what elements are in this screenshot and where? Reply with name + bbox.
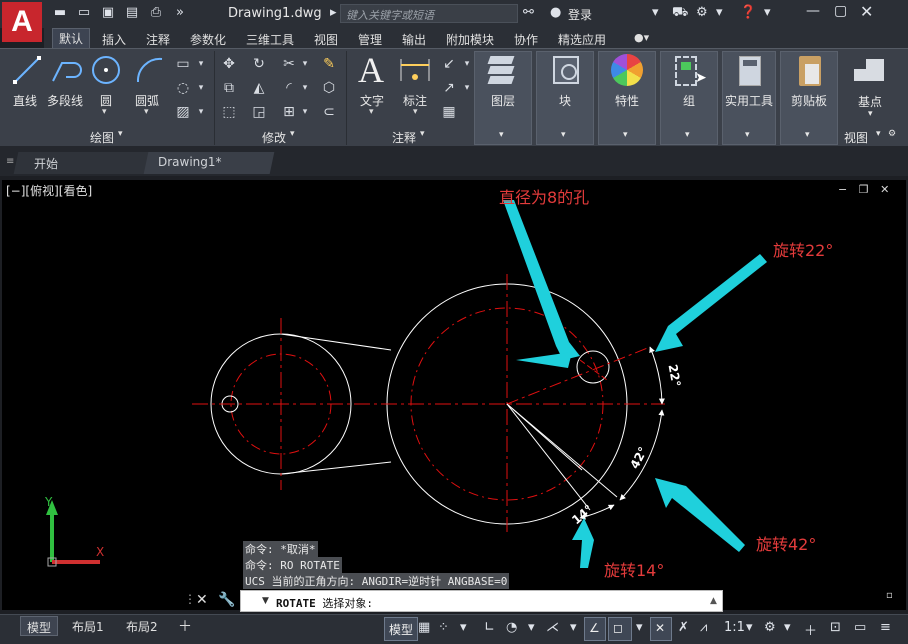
command-history-line: 命令: *取消*: [243, 541, 318, 557]
dimension-arc-22: [649, 346, 665, 405]
command-customize-icon[interactable]: 🔧: [218, 592, 235, 608]
recent-commands-icon[interactable]: ▼: [262, 596, 269, 606]
viewport-window-controls: − ❐ ✕: [838, 183, 889, 196]
arrow-to-42: [655, 478, 745, 552]
rotation-line-14: [506, 403, 591, 511]
ucs-x-label: X: [96, 545, 104, 559]
dimension-text-42: 42°: [627, 445, 650, 472]
arrow-to-22: [655, 254, 767, 352]
annotation-hole-diameter: 直径为8的孔: [499, 188, 590, 207]
autocad-window: A ▬ ▭ ▣ ▤ ⎙ » Drawing1.dwg ▸ 键入关键字或短语 ⚯ …: [0, 0, 908, 644]
annotation-rotate-14: 旋转14°: [604, 561, 665, 580]
command-name: ROTATE: [276, 597, 316, 610]
bottom-tangent-line: [280, 461, 392, 475]
command-history-toggle-icon[interactable]: ▲: [710, 596, 717, 606]
command-history-line: UCS 当前的正角方向: ANGDIR=逆时针 ANGBASE=0: [243, 573, 510, 589]
annotation-rotate-22: 旋转22°: [773, 241, 834, 260]
command-prompt: 选择对象:: [322, 597, 373, 610]
viewport-restore-icon[interactable]: ❐: [859, 183, 869, 196]
arrow-to-hole-tail: [516, 352, 572, 368]
viewport-close-icon[interactable]: ✕: [880, 183, 889, 196]
ucs-y-label: Y: [44, 495, 53, 509]
command-history-line: 命令: RO ROTATE: [243, 557, 342, 573]
viewport-controls-label[interactable]: [−][俯视][看色]: [6, 182, 92, 199]
top-tangent-line: [280, 333, 392, 351]
annotation-rotate-42: 旋转42°: [756, 535, 817, 554]
dimension-text-22: 22°: [666, 363, 684, 388]
arrow-to-hole: [503, 200, 580, 360]
canvas-corner-icon: ▫: [886, 590, 893, 601]
command-grip-icon[interactable]: ⋮: [184, 592, 196, 606]
rotation-line-inner: [506, 403, 583, 471]
arrow-to-14: [572, 518, 594, 568]
command-prompt-text: ROTATE 选择对象:: [276, 595, 373, 611]
viewport-minimize-icon[interactable]: −: [838, 183, 847, 196]
autocad-logo-icon[interactable]: A: [2, 2, 42, 42]
command-close-icon[interactable]: ✕: [196, 592, 208, 608]
